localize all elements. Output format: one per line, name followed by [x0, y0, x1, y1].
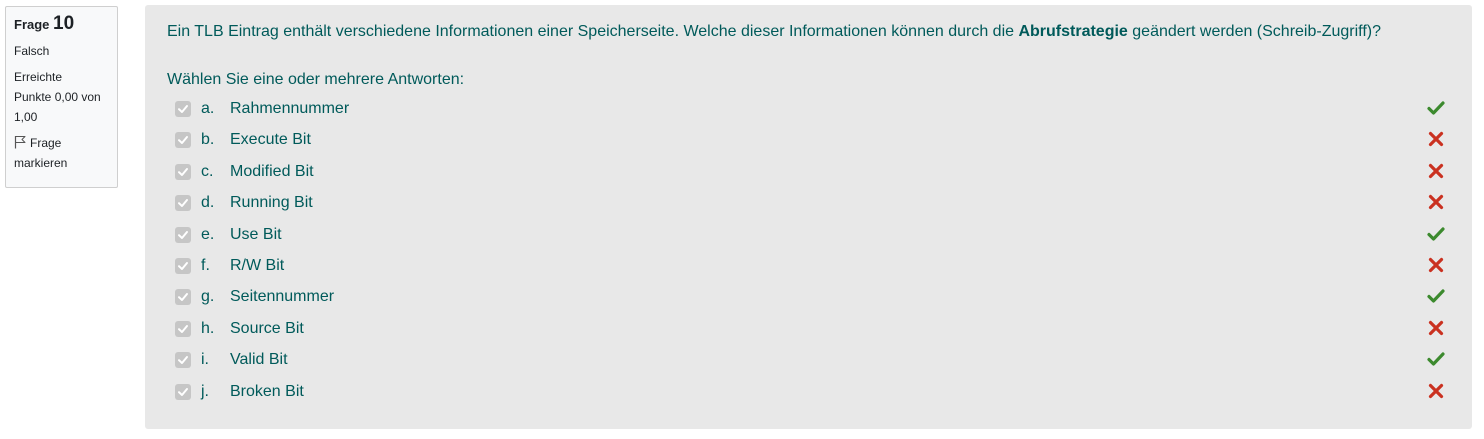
answer-letter: a.	[201, 100, 215, 117]
correct-check-icon	[1427, 225, 1445, 243]
correct-check-icon	[1427, 287, 1445, 305]
answer-checkbox[interactable]	[175, 321, 191, 337]
grade-line-1: Erreichte	[14, 70, 63, 84]
answer-checkbox[interactable]	[175, 164, 191, 180]
answer-option: d. Running Bit	[175, 191, 1445, 215]
answer-label: Rahmennummer	[230, 100, 350, 117]
answer-option: b. Execute Bit	[175, 128, 1445, 152]
incorrect-cross-icon	[1427, 256, 1445, 274]
question-number-value: 10	[53, 13, 75, 34]
question-text: Ein TLB Eintrag enthält verschiedene Inf…	[167, 21, 1381, 43]
correct-check-icon	[1427, 99, 1445, 117]
question-info-panel: Frage 10 Falsch Erreichte Punkte 0,00 vo…	[5, 6, 118, 188]
question-grade: Erreichte Punkte 0,00 von 1,00	[14, 67, 109, 127]
flag-label-1[interactable]: Frage	[30, 136, 61, 150]
answer-checkbox[interactable]	[175, 384, 191, 400]
answer-letter: j.	[201, 383, 209, 400]
grade-line-2: Punkte 0,00 von	[14, 90, 101, 104]
question-number: Frage 10	[14, 14, 109, 35]
answer-checkbox[interactable]	[175, 132, 191, 148]
flag-label-2[interactable]: markieren	[14, 153, 109, 173]
answer-checkbox[interactable]	[175, 227, 191, 243]
correct-check-icon	[1427, 350, 1445, 368]
answer-letter: h.	[201, 320, 215, 337]
question-text-before: Ein TLB Eintrag enthält verschiedene Inf…	[167, 23, 1019, 40]
answer-label: Running Bit	[230, 194, 313, 211]
answer-option: a. Rahmennummer	[175, 97, 1445, 121]
answer-letter: d.	[201, 194, 215, 211]
incorrect-cross-icon	[1427, 130, 1445, 148]
question-content: Ein TLB Eintrag enthält verschiedene Inf…	[145, 5, 1472, 429]
incorrect-cross-icon	[1427, 162, 1445, 180]
answer-label: Source Bit	[230, 320, 304, 337]
answer-label: R/W Bit	[230, 257, 285, 274]
question-word: Frage	[14, 17, 50, 32]
flag-question-link[interactable]: Frage markieren	[14, 133, 109, 173]
answer-option: c. Modified Bit	[175, 160, 1445, 184]
answer-option: j. Broken Bit	[175, 380, 1445, 404]
answer-label: Broken Bit	[230, 383, 304, 400]
answer-checkbox[interactable]	[175, 195, 191, 211]
answer-option: h. Source Bit	[175, 317, 1445, 341]
incorrect-cross-icon	[1427, 319, 1445, 337]
answer-letter: c.	[201, 163, 214, 180]
answer-label: Modified Bit	[230, 163, 314, 180]
answer-letter: e.	[201, 226, 215, 243]
flag-outline-icon[interactable]	[14, 135, 26, 149]
answer-letter: g.	[201, 288, 215, 305]
question-text-after: geändert werden (Schreib-Zugriff)?	[1127, 23, 1381, 40]
answer-checkbox[interactable]	[175, 258, 191, 274]
answer-letter: i.	[201, 351, 209, 368]
answer-option: e. Use Bit	[175, 223, 1445, 247]
answer-label: Seitennummer	[230, 288, 335, 305]
incorrect-cross-icon	[1427, 193, 1445, 211]
question-state: Falsch	[14, 44, 50, 58]
answer-option: f. R/W Bit	[175, 254, 1445, 278]
incorrect-cross-icon	[1427, 382, 1445, 400]
answer-label: Valid Bit	[230, 351, 288, 368]
answer-option: i. Valid Bit	[175, 348, 1445, 372]
answer-letter: f.	[201, 257, 210, 274]
answer-label: Use Bit	[230, 226, 282, 243]
answer-letter: b.	[201, 131, 215, 148]
grade-line-3: 1,00	[14, 110, 38, 124]
answer-prompt: Wählen Sie eine oder mehrere Antworten:	[167, 71, 465, 88]
answer-checkbox[interactable]	[175, 101, 191, 117]
answer-option: g. Seitennummer	[175, 285, 1445, 309]
answer-checkbox[interactable]	[175, 289, 191, 305]
answer-label: Execute Bit	[230, 131, 311, 148]
question-text-bold: Abrufstrategie	[1018, 23, 1128, 40]
answer-checkbox[interactable]	[175, 352, 191, 368]
